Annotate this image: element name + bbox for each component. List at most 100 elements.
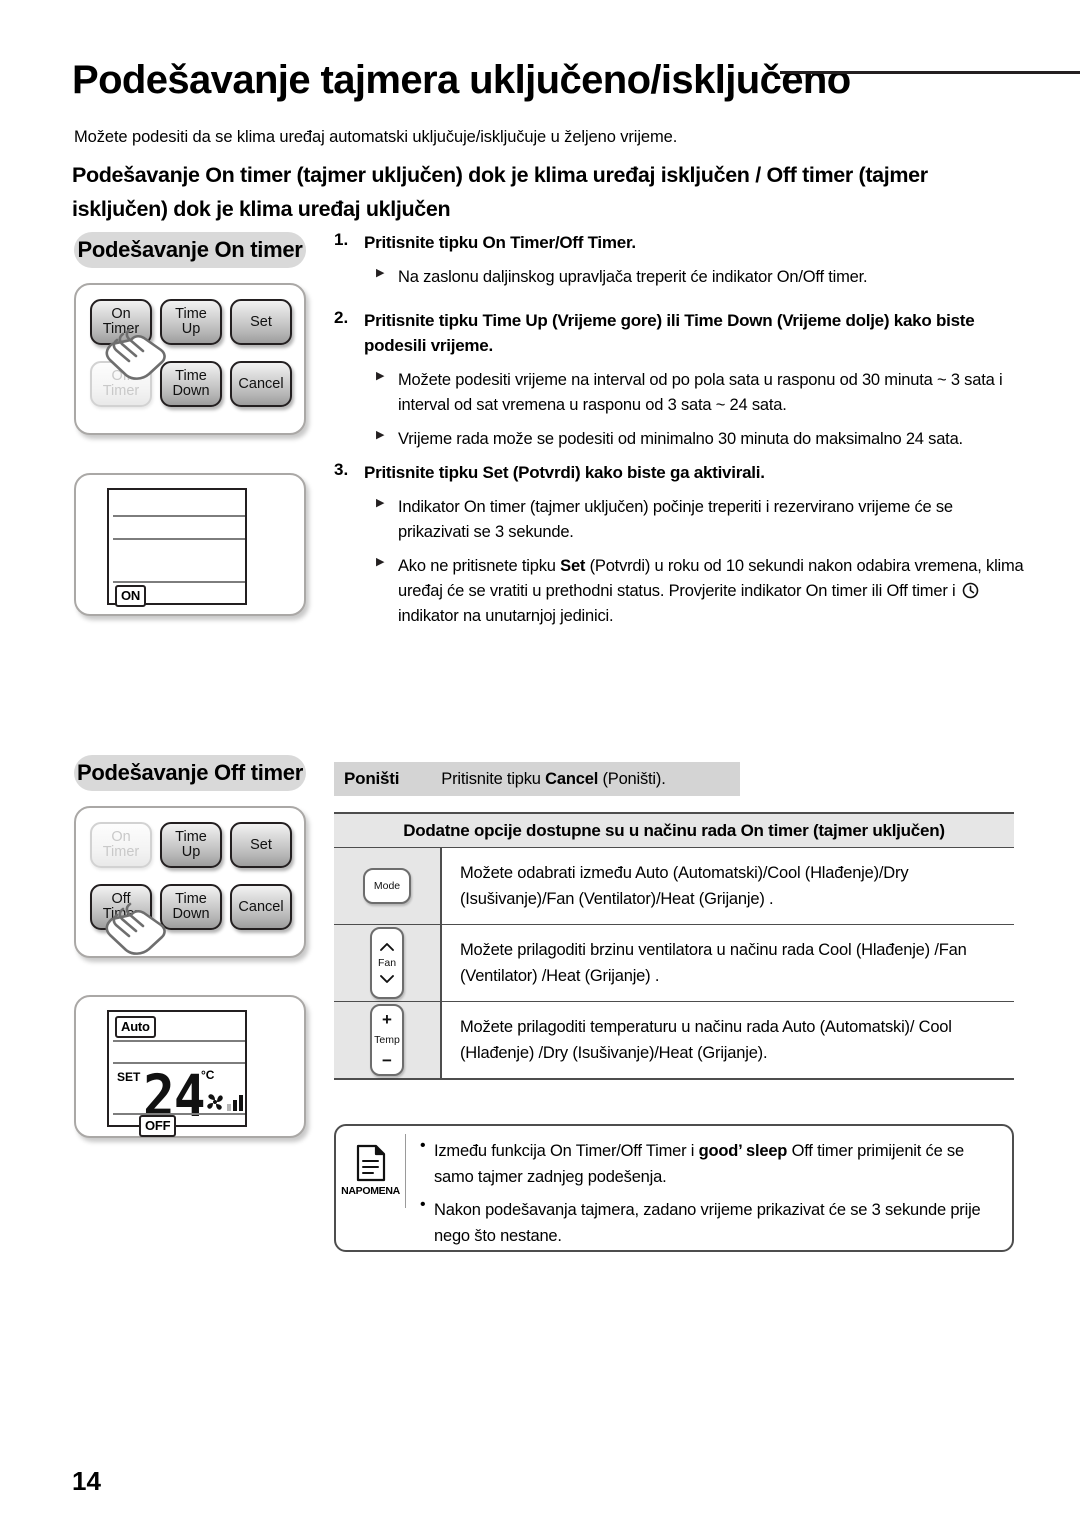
- key-on-timer-line2: Timer: [102, 321, 140, 337]
- c-pre: Pritisnite tipku: [441, 769, 546, 788]
- key-time-up[interactable]: Time Up: [160, 822, 222, 868]
- subheading: Podešavanje On timer (tajmer uključen) d…: [72, 163, 928, 221]
- key-set[interactable]: Set: [230, 299, 292, 345]
- key-on-timer[interactable]: On Timer: [90, 299, 152, 345]
- section-pill-on-timer: Podešavanje On timer: [74, 232, 306, 268]
- clock-icon: [962, 582, 979, 599]
- options-row-text: Možete prilagoditi brzinu ventilatora u …: [460, 941, 967, 985]
- title-rule: [780, 71, 1080, 74]
- lcd-badge-off: OFF: [139, 1115, 177, 1137]
- bullet-text: Indikator On timer (tajmer uključen) poč…: [398, 498, 953, 541]
- key-cancel[interactable]: Cancel: [230, 361, 292, 407]
- key-time-down[interactable]: Time Down: [160, 884, 222, 930]
- t-pre: Ako ne pritisnete tipku: [398, 557, 561, 575]
- key-off-timer-line2: Timer: [102, 383, 140, 399]
- key-off-timer-line2: Timer: [102, 906, 140, 922]
- chevron-down-icon: [380, 975, 394, 983]
- key-off-timer[interactable]: Off Timer: [90, 361, 152, 407]
- key-off-timer-line1: Off: [111, 891, 131, 907]
- keypad-grid-off: On Timer Time Up Set Off Timer Time Down…: [90, 822, 294, 946]
- lcd-screen-off: Auto SET 24 °C OFF: [107, 1010, 247, 1137]
- temp-button-label: Temp: [374, 1034, 400, 1046]
- key-set[interactable]: Set: [230, 822, 292, 868]
- options-row-text: Možete odabrati između Auto (Automatski)…: [460, 864, 909, 908]
- key-time-down-line1: Time: [175, 368, 207, 384]
- bullet: Na zaslonu daljinskog upravljača treperi…: [376, 265, 1024, 290]
- bullet-text-rich: Ako ne pritisnete tipku Set (Potvrdi) u …: [398, 554, 1024, 629]
- note-item: Nakon podešavanja tajmera, zadano vrijem…: [418, 1196, 996, 1249]
- note-caption: NAPOMENA: [341, 1185, 400, 1197]
- cancel-row: Poništi Pritisnite tipku Cancel (Poništi…: [334, 762, 740, 796]
- table-row: Mode Možete odabrati između Auto (Automa…: [334, 848, 1014, 925]
- n-pre: Između funkcija On Timer/Off Timer i: [434, 1142, 699, 1160]
- note-item-text: Nakon podešavanja tajmera, zadano vrijem…: [434, 1201, 981, 1245]
- step-1-number: 1.: [334, 230, 349, 249]
- lcd-divider-3: [113, 1113, 245, 1115]
- lcd-divider-3: [113, 581, 245, 583]
- key-cancel[interactable]: Cancel: [230, 884, 292, 930]
- step-2-title: Pritisnite tipku Time Up (Vrijeme gore) …: [364, 311, 975, 355]
- bullet-text: Na zaslonu daljinskog upravljača treperi…: [398, 268, 868, 286]
- options-table-heading: Dodatne opcije dostupne su u načinu rada…: [334, 812, 1014, 848]
- key-time-down-line2: Down: [172, 906, 210, 922]
- page-title: Podešavanje tajmera uključeno/isključeno: [72, 58, 851, 102]
- options-table: Dodatne opcije dostupne su u načinu rada…: [334, 812, 1014, 1080]
- fan-button-icon[interactable]: Fan: [370, 927, 404, 999]
- options-row-text: Možete prilagoditi temperaturu u načinu …: [460, 1018, 952, 1062]
- options-icon-cell: + Temp −: [334, 1002, 442, 1078]
- options-icon-cell: Mode: [334, 848, 442, 924]
- plus-icon: +: [382, 1010, 392, 1029]
- key-off-timer-line1: Off: [111, 368, 131, 384]
- lcd-divider-1: [113, 515, 245, 517]
- bullet-text: Možete podesiti vrijeme na interval od p…: [398, 371, 1003, 414]
- step-3-number: 3.: [334, 460, 349, 479]
- minus-icon: −: [382, 1051, 392, 1070]
- lcd-divider-1: [113, 1040, 245, 1042]
- remote-keypad-off-timer: On Timer Time Up Set Off Timer Time Down…: [74, 806, 306, 958]
- key-cancel-label: Cancel: [238, 375, 284, 392]
- note-icon-cell: NAPOMENA: [336, 1134, 406, 1208]
- page-number: 14: [72, 1466, 101, 1496]
- key-time-up-line1: Time: [175, 829, 207, 845]
- step-1: 1. Pritisnite tipku On Timer/Off Timer. …: [334, 230, 1024, 299]
- key-time-down-line1: Time: [175, 891, 207, 907]
- mode-button-icon[interactable]: Mode: [363, 868, 411, 904]
- chevron-up-icon: [380, 943, 394, 951]
- key-cancel-label: Cancel: [238, 898, 284, 915]
- lcd-screen-on: ON: [107, 488, 247, 607]
- key-set-label: Set: [250, 313, 272, 330]
- fan-icon: [207, 1094, 223, 1110]
- key-on-timer-line2: Timer: [102, 844, 140, 860]
- lcd-set-label: SET: [117, 1070, 141, 1084]
- table-row: + Temp − Možete prilagoditi temperaturu …: [334, 1002, 1014, 1080]
- c-bold: Cancel: [545, 769, 599, 788]
- temp-button-icon[interactable]: + Temp −: [370, 1004, 404, 1076]
- key-time-down-line2: Down: [172, 383, 210, 399]
- keypad-grid: On Timer Time Up Set Off Timer Time Down…: [90, 299, 294, 423]
- lcd-divider-2: [113, 538, 245, 540]
- step-2-bullets: Možete podesiti vrijeme na interval od p…: [376, 368, 1024, 452]
- lcd-display-card-on-timer: ON: [74, 473, 306, 616]
- note-body: Između funkcija On Timer/Off Timer i goo…: [406, 1126, 1012, 1250]
- n-bold: good’ sleep: [698, 1142, 788, 1160]
- key-time-down[interactable]: Time Down: [160, 361, 222, 407]
- bullet: Vrijeme rada može se podesiti od minimal…: [376, 427, 1024, 452]
- step-1-bullets: Na zaslonu daljinskog upravljača treperi…: [376, 265, 1024, 290]
- step-2-number: 2.: [334, 308, 349, 327]
- table-row: Fan Možete prilagoditi brzinu ventilator…: [334, 925, 1014, 1002]
- key-on-timer[interactable]: On Timer: [90, 822, 152, 868]
- key-on-timer-line1: On: [111, 829, 131, 845]
- lcd-temperature-unit: °C: [201, 1068, 215, 1082]
- remote-keypad-on-timer: On Timer Time Up Set Off Timer Time Down…: [74, 283, 306, 435]
- cancel-row-label: Poništi: [344, 769, 400, 788]
- mode-button-label: Mode: [373, 880, 401, 892]
- fan-button-label: Fan: [377, 957, 397, 969]
- bullet: Ako ne pritisnete tipku Set (Potvrdi) u …: [376, 554, 1024, 629]
- key-time-up[interactable]: Time Up: [160, 299, 222, 345]
- bullet: Možete podesiti vrijeme na interval od p…: [376, 368, 1024, 418]
- fan-speed-bars: [227, 1094, 243, 1111]
- step-3-title: Pritisnite tipku Set (Potvrdi) kako bist…: [364, 463, 765, 482]
- manual-page: Podešavanje tajmera uključeno/isključeno…: [0, 0, 1080, 1532]
- step-2: 2. Pritisnite tipku Time Up (Vrijeme gor…: [334, 308, 1024, 461]
- key-off-timer[interactable]: Off Timer: [90, 884, 152, 930]
